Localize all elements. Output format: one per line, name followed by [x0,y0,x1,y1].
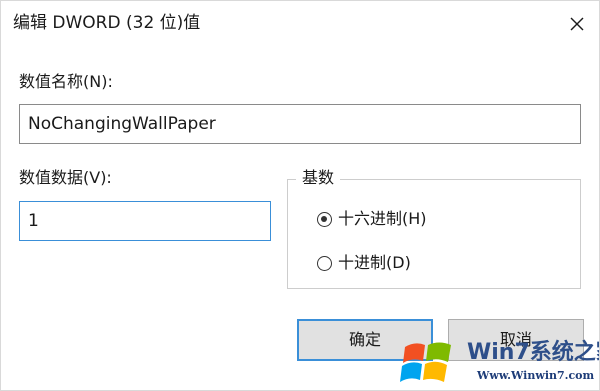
radio-hexadecimal[interactable]: 十六进制(H) [317,208,427,230]
radio-decimal-label: 十进制(D) [338,253,411,272]
watermark: Win7系统之家 Www.Winwin7.com [397,335,599,390]
value-name-label: 数值名称(N): [19,72,113,91]
watermark-brand: Win7系统之家 [467,340,599,365]
value-name-field[interactable]: NoChangingWallPaper [19,104,581,144]
radio-decimal[interactable]: 十进制(D) [317,252,411,274]
base-group-title: 基数 [296,167,341,189]
title-bar[interactable]: 编辑 DWORD (32 位)值 [1,1,599,47]
radio-hexadecimal-label: 十六进制(H) [338,209,427,228]
edit-dword-dialog: 编辑 DWORD (32 位)值 数值名称(N): NoChangingWall… [0,0,600,391]
radio-selected-icon[interactable] [317,211,332,227]
dialog-title: 编辑 DWORD (32 位)值 [13,13,201,33]
close-icon[interactable] [567,14,587,34]
radio-unselected-icon[interactable] [317,255,332,271]
radio-dot [321,215,327,222]
watermark-url: Www.Winwin7.com [477,369,595,382]
value-data-field[interactable]: 1 [19,201,271,241]
value-data-label: 数值数据(V): [19,168,112,187]
windows-logo-icon [400,342,451,382]
close-button[interactable] [567,14,587,34]
